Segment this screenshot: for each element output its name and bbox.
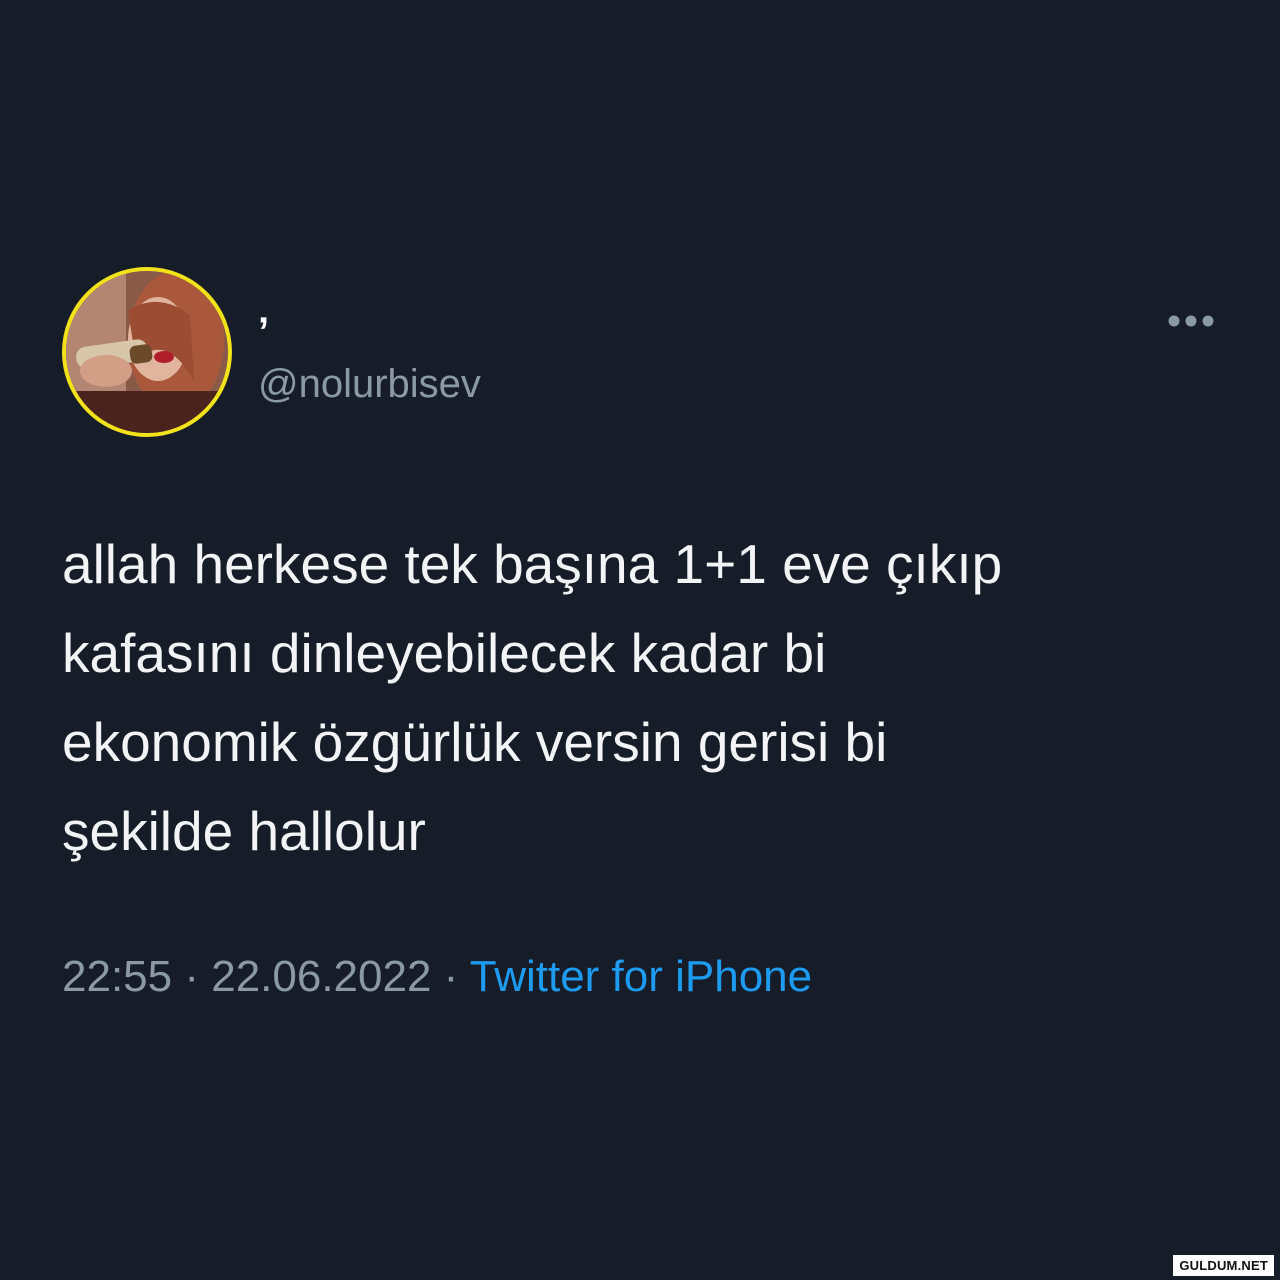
meta-separator: · xyxy=(431,952,470,1001)
tweet-meta: 22:55 · 22.06.2022 · Twitter for iPhone xyxy=(62,950,812,1004)
avatar-image xyxy=(66,271,228,433)
more-horizontal-icon[interactable] xyxy=(1166,312,1216,330)
tweet-text: allah herkese tek başına 1+1 eve çıkıp k… xyxy=(62,533,1003,862)
user-handle[interactable]: @nolurbisev xyxy=(258,362,481,406)
tweet-source-link[interactable]: Twitter for iPhone xyxy=(470,952,812,1001)
tweet-card: ’ @nolurbisev allah herkese tek başına 1… xyxy=(0,0,1280,1280)
tweet-date[interactable]: 22.06.2022 xyxy=(211,952,431,1001)
meta-separator: · xyxy=(172,952,212,1001)
site-watermark: GULDUM.NET xyxy=(1173,1255,1274,1276)
display-name[interactable]: ’ xyxy=(258,312,269,352)
tweet-time[interactable]: 22:55 xyxy=(62,952,172,1001)
profile-avatar[interactable] xyxy=(62,267,232,437)
